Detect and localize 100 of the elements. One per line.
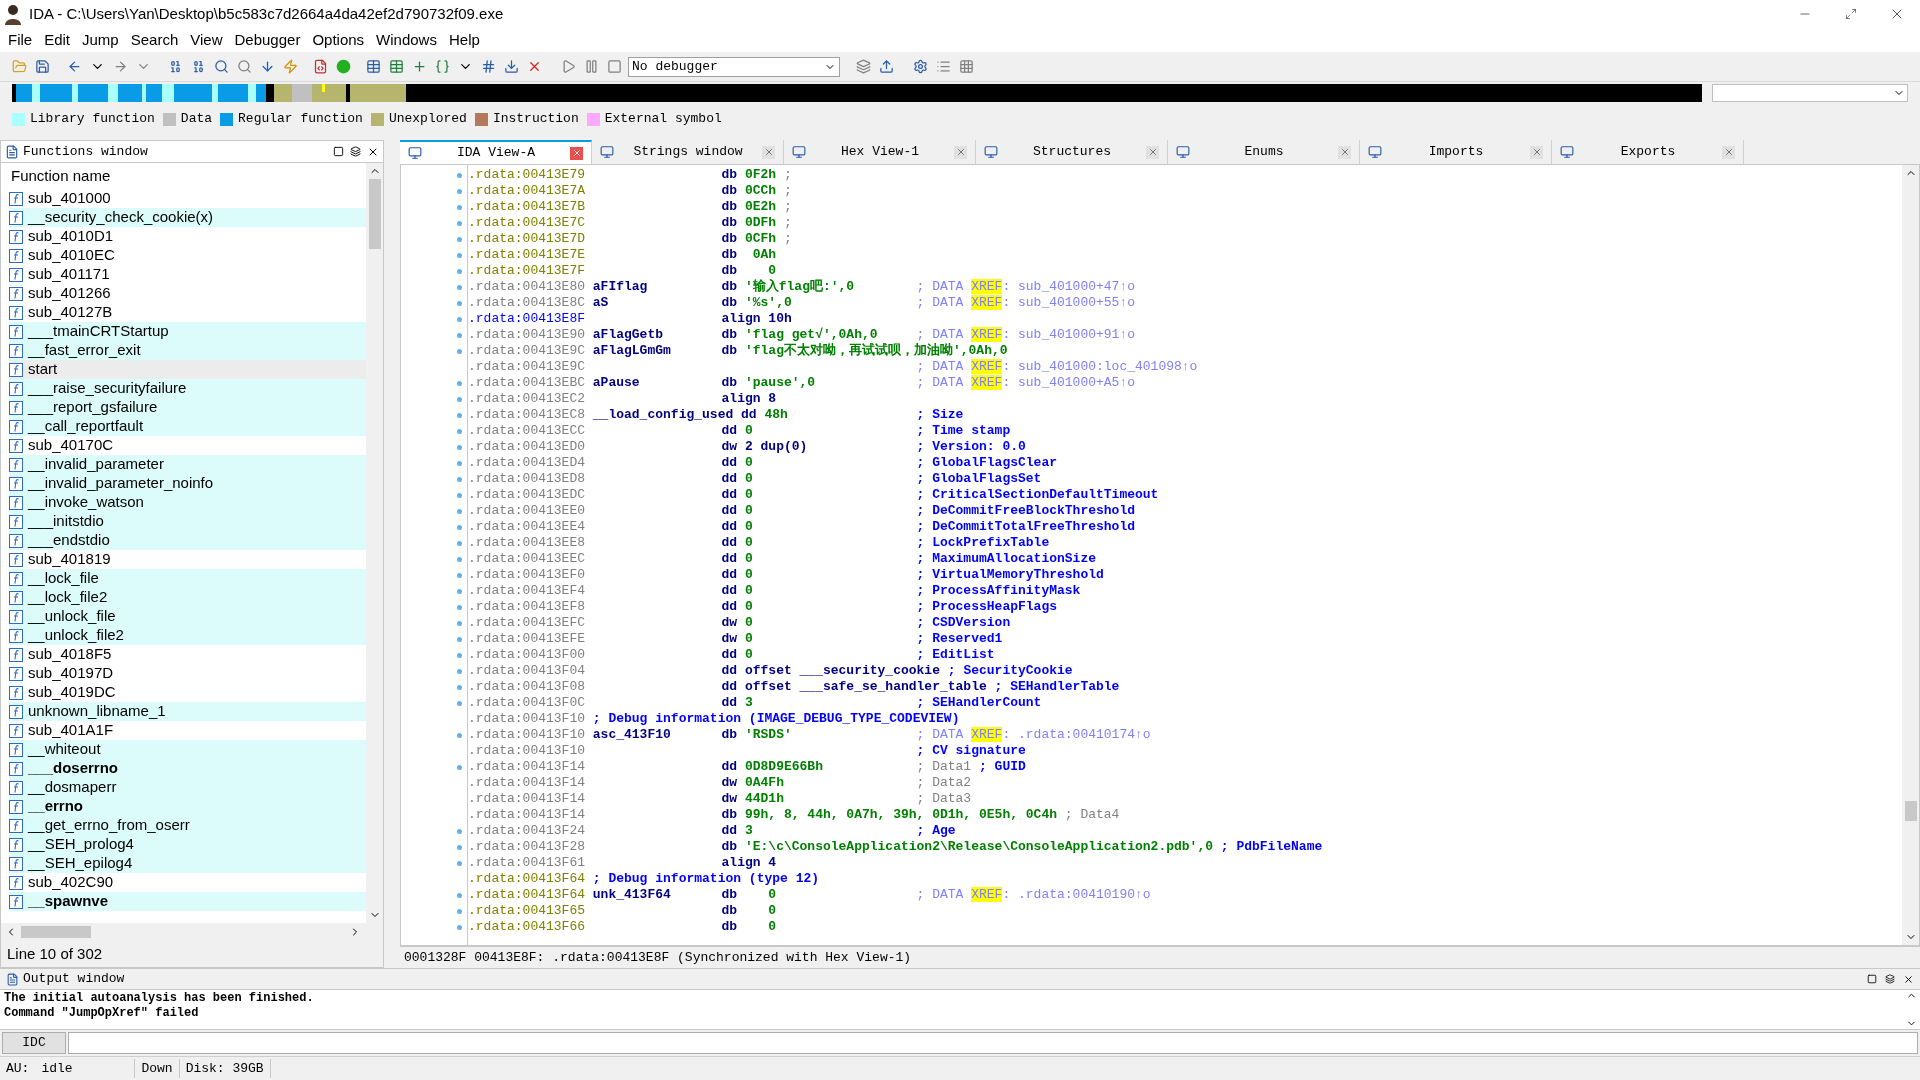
function-row[interactable]: __invalid_parameter [9,455,366,474]
instruction: dd 0 [721,566,753,585]
data-label[interactable]: __load_config_used [592,407,734,423]
close-icon[interactable] [570,146,583,160]
navigation-band-drawing[interactable] [12,84,1702,102]
float-button[interactable] [1885,973,1895,985]
status-text: AU: [5,1059,31,1078]
menu-item[interactable]: Options [306,28,371,52]
function-icon [9,818,23,833]
settings-icon [912,59,928,74]
address: .rdata:00413F66 [468,918,587,937]
function-row[interactable]: unknown_libname_1 [9,702,366,721]
function-row[interactable]: start [9,360,366,379]
menu-item[interactable]: Search [124,28,185,52]
close-icon[interactable] [1146,145,1159,159]
line-comment: ; DATA XREF: .rdata:00410190↑o [916,886,1151,905]
function-row[interactable]: __invoke_watson [9,493,366,512]
data-label[interactable]: aFIflag [592,279,648,295]
menu-item[interactable]: View [184,28,229,52]
close-icon[interactable] [1530,145,1543,159]
data-label[interactable]: aPause [592,375,640,391]
function-row[interactable]: __whiteout [9,740,366,759]
function-icon [9,685,23,700]
function-row[interactable]: ___report_gsfailure [9,398,366,417]
function-row[interactable]: __SEH_epilog4 [9,854,366,873]
close-button[interactable] [1903,973,1914,985]
function-name: sub_401171 [28,264,110,285]
function-name: __invalid_parameter [28,454,164,475]
menu-item[interactable]: Windows [370,28,443,52]
idc-button[interactable]: IDC [2,1032,66,1054]
address: .rdata:00413E9C [468,342,587,361]
float-button[interactable] [350,145,361,158]
scrollbar[interactable] [366,163,383,923]
scrollbar[interactable] [1902,165,1919,945]
address: .rdata:00413F14 [468,806,587,825]
command-field[interactable] [68,1032,1918,1054]
function-row[interactable]: __dosmaperr [9,778,366,797]
address: .rdata:00413EC8 [468,406,587,425]
function-row[interactable]: ___doserrno [9,759,366,778]
status-text: Down [135,1058,180,1079]
debugger-select[interactable]: No debugger [628,56,840,77]
scroll-thumb[interactable] [368,179,381,249]
instruction: dd 0 [721,518,753,537]
line-comment: ; Reserved1 [916,630,1003,649]
instruction: dd 0 [721,422,753,441]
function-row[interactable]: __invalid_parameter_noinfo [9,474,366,493]
menu-item[interactable]: Jump [76,28,125,52]
address: .rdata:00413EF8 [468,598,587,617]
function-row[interactable]: __unlock_file [9,607,366,626]
menu-item[interactable]: Edit [38,28,77,52]
line-comment: ; [783,214,792,233]
close-icon[interactable] [1722,145,1735,159]
data-label[interactable]: aS [592,295,609,311]
scroll-thumb[interactable] [21,926,91,938]
save-icon [34,59,50,74]
function-row[interactable]: ___initstdio [9,512,366,531]
close-icon[interactable] [762,145,775,159]
close-icon [1903,973,1914,985]
maximize-icon [333,146,344,157]
function-row[interactable]: __spawnve [9,892,366,911]
function-row[interactable]: ___raise_securityfailure [9,379,366,398]
address: .rdata:00413E8F [468,310,587,329]
function-icon [9,761,23,776]
maximize-button[interactable] [333,145,344,158]
data-label[interactable]: aFlagLGmGm [592,343,671,359]
column-header[interactable]: Function name [9,163,366,189]
menu-item[interactable]: Help [442,28,486,52]
function-row[interactable]: __errno [9,797,366,816]
line-comment: ; [783,182,792,201]
function-row[interactable]: ___endstdio [9,531,366,550]
function-row[interactable]: __unlock_file2 [9,626,366,645]
function-row[interactable]: __SEH_prolog4 [9,835,366,854]
line-comment: ; SecurityCookie [947,662,1073,681]
function-row[interactable]: ___tmainCRTStartup [9,322,366,341]
line-comment: ; Age [916,822,956,841]
function-row[interactable]: __lock_file2 [9,588,366,607]
data-label[interactable]: unk_413F64 [592,887,671,903]
function-name: ___endstdio [28,530,110,551]
line-comment: ; GlobalFlagsClear [916,454,1057,473]
function-icon [9,666,23,681]
function-row[interactable]: __call_reportfault [9,417,366,436]
data-label[interactable]: aFlagGetb [592,327,664,343]
menu-item[interactable]: Debugger [228,28,307,52]
dropdown-field[interactable] [1712,84,1908,102]
function-name: sub_401A1F [28,720,114,741]
function-row[interactable]: __get_errno_from_oserr [9,816,366,835]
maximize-button[interactable] [1867,973,1877,985]
plus-icon [411,59,427,74]
address: .rdata:00413EFC [468,614,587,633]
scroll-thumb[interactable] [1904,801,1917,821]
instruction: align 4 [721,854,777,873]
data-label[interactable]: asc_413F10 [592,727,671,743]
close-icon[interactable] [954,145,967,159]
close-icon[interactable] [1338,145,1351,159]
tab[interactable]: IDA View-A [400,140,592,164]
function-row[interactable]: __security_check_cookie(x) [9,208,366,227]
function-row[interactable]: __fast_error_exit [9,341,366,360]
menu-item[interactable]: File [2,28,39,52]
function-row[interactable]: __lock_file [9,569,366,588]
circle-icon [335,59,351,74]
